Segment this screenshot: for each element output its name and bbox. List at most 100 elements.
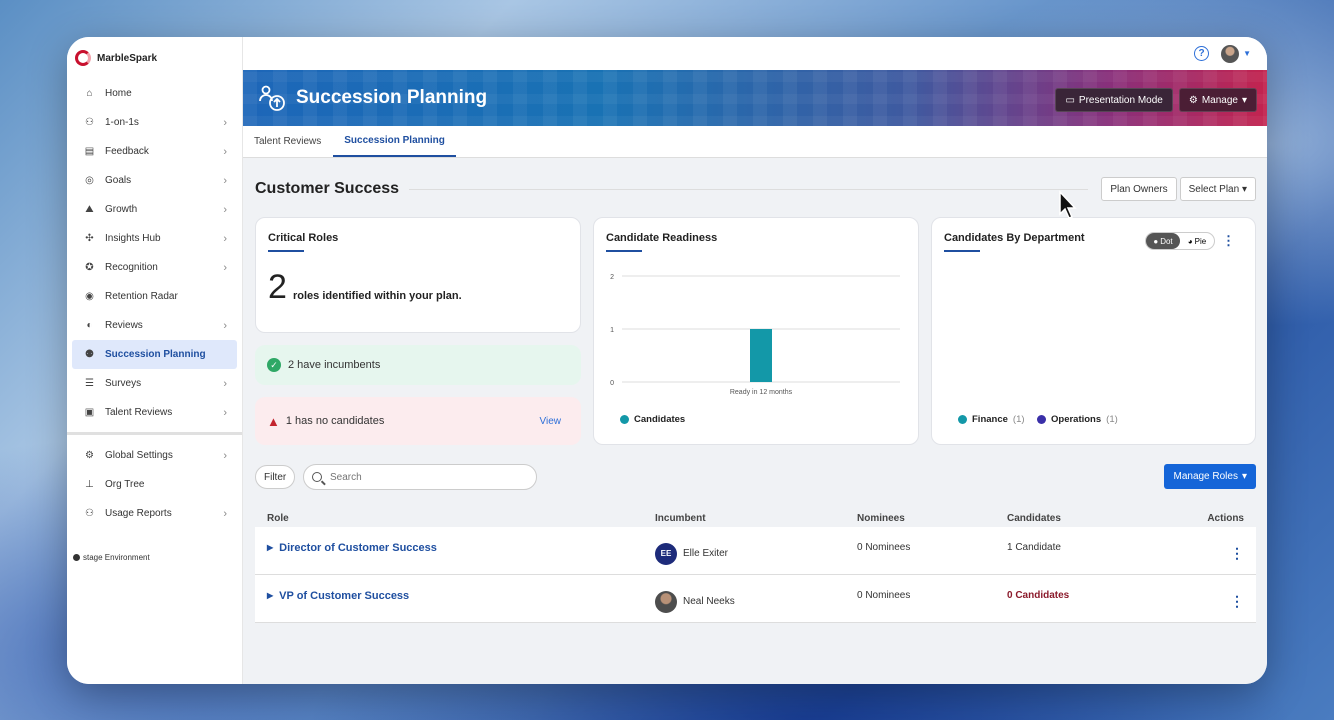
talent-icon: ▣ [84, 407, 95, 418]
sidebar-item-global-settings[interactable]: ⚙ Global Settings › [72, 441, 237, 470]
user-avatar[interactable] [1221, 44, 1240, 63]
main-content: ? ▼ Succession Planning ▭ Presentation M… [243, 37, 1267, 684]
expand-caret-icon[interactable]: ▶ [267, 543, 273, 552]
table-row[interactable]: ▶ VP of Customer Success Neal Neeks 0 No… [255, 575, 1256, 623]
nominees-count: 0 Nominees [857, 542, 911, 553]
dot-pie-toggle[interactable]: ● Dot ◕ Pie [1145, 232, 1215, 250]
succession-icon [259, 85, 285, 111]
y-tick-label: 0 [610, 380, 614, 387]
role-name: VP of Customer Success [279, 589, 410, 602]
sidebar-item-label: Feedback [105, 146, 149, 157]
legend-swatch [620, 415, 629, 424]
manage-label: Manage [1201, 94, 1238, 106]
page-banner: Succession Planning ▭ Presentation Mode … [243, 70, 1267, 126]
roles-table: Role Incumbent Nominees Candidates Actio… [255, 509, 1256, 623]
role-link[interactable]: ▶ Director of Customer Success [267, 542, 655, 554]
chevron-right-icon: › [223, 145, 227, 158]
department-legend-finance: Finance (1) [958, 414, 1025, 425]
sidebar-item-surveys[interactable]: ☰ Surveys › [72, 369, 237, 398]
table-row[interactable]: ▶ Director of Customer Success EE Elle E… [255, 527, 1256, 575]
search-input[interactable] [330, 471, 520, 483]
warning-icon: ▲ [267, 413, 280, 429]
plan-owners-button[interactable]: Plan Owners [1101, 177, 1177, 201]
sidebar-item-feedback[interactable]: ▤ Feedback › [72, 137, 237, 166]
chevron-down-icon: ▾ [1239, 183, 1247, 195]
incumbent: EE Elle Exiter [655, 542, 857, 565]
environment-icon [73, 554, 80, 561]
chevron-right-icon: › [223, 377, 227, 390]
sidebar-item-succession-planning[interactable]: ⚉ Succession Planning [72, 340, 237, 369]
no-candidates-status: ▲ 1 has no candidates View [255, 397, 581, 445]
no-candidates-text: 1 has no candidates [285, 415, 385, 427]
sidebar-item-talent-reviews[interactable]: ▣ Talent Reviews › [72, 398, 237, 427]
gear-icon: ⚙ [1188, 94, 1198, 106]
chevron-right-icon: › [223, 319, 227, 332]
bar-ready-in-12-months[interactable] [750, 329, 772, 382]
sidebar-item-usage-reports[interactable]: ⚇ Usage Reports › [72, 499, 237, 528]
help-icon[interactable]: ? [1194, 46, 1210, 61]
role-link[interactable]: ▶ VP of Customer Success [267, 590, 655, 602]
brand-logo-icon [75, 50, 91, 66]
header-actions: Actions [1207, 512, 1244, 524]
sidebar-item-label: Insights Hub [105, 233, 161, 244]
sidebar-nav: ⌂ Home ⚇ 1-on-1s › ▤ Feedback › ◎ Goals › ⛰ Growth › ✣… [67, 79, 242, 427]
succession-icon: ⚉ [85, 349, 94, 360]
target-icon: ◎ [85, 175, 94, 186]
legend-count: (1) [1106, 414, 1118, 425]
presentation-mode-label: Presentation Mode [1078, 94, 1163, 106]
legend-count: (1) [1012, 414, 1025, 425]
presentation-mode-button[interactable]: ▭ Presentation Mode [1055, 88, 1173, 112]
sidebar-item-label: Retention Radar [105, 291, 178, 302]
critical-roles-count: 2 [268, 268, 287, 306]
readiness-chart: 0 1 2 Ready in 12 months [610, 274, 900, 396]
search-box[interactable] [303, 464, 537, 490]
view-link[interactable]: View [540, 416, 562, 427]
nominees-count: 0 Nominees [857, 590, 911, 601]
mouse-cursor-icon [1059, 190, 1077, 219]
filter-button[interactable]: Filter [255, 465, 296, 489]
chevron-right-icon: › [223, 203, 227, 216]
expand-caret-icon[interactable]: ▶ [267, 591, 273, 600]
sidebar-item-label: Home [105, 88, 132, 99]
more-options-icon[interactable]: ⋮ [1222, 234, 1235, 247]
incumbent-name: Neal Neeks [683, 596, 735, 607]
toggle-dot-label: Dot [1160, 236, 1173, 246]
growth-icon: ⛰ [85, 204, 94, 215]
y-tick-label: 1 [610, 327, 614, 334]
sidebar-item-label: Recognition [105, 262, 158, 273]
header-incumbent: Incumbent [655, 512, 706, 524]
radar-icon: ◉ [85, 291, 94, 302]
sidebar-item-retention-radar[interactable]: ◉ Retention Radar [72, 282, 237, 311]
row-actions-icon[interactable]: ⋮ [1230, 593, 1244, 610]
readiness-legend: Candidates [620, 414, 685, 425]
environment-text: stage Environment [83, 553, 150, 562]
sidebar-item-1-on-1s[interactable]: ⚇ 1-on-1s › [72, 108, 237, 137]
brand-name: MarbleSpark [97, 52, 158, 64]
top-bar: ? ▼ [243, 37, 1267, 70]
presentation-icon: ▭ [1065, 94, 1075, 106]
select-plan-label: Select Plan [1188, 183, 1240, 195]
sidebar-item-insights-hub[interactable]: ✣ Insights Hub › [72, 224, 237, 253]
row-actions-icon[interactable]: ⋮ [1230, 545, 1244, 562]
toggle-pie[interactable]: ◕ Pie [1180, 233, 1214, 249]
tab-talent-reviews[interactable]: Talent Reviews [254, 126, 333, 157]
network-icon: ✣ [85, 233, 94, 244]
search-icon [312, 472, 322, 482]
sidebar-item-growth[interactable]: ⛰ Growth › [72, 195, 237, 224]
tab-succession-planning[interactable]: Succession Planning [333, 126, 456, 157]
sidebar-item-home[interactable]: ⌂ Home [72, 79, 237, 108]
sidebar-item-goals[interactable]: ◎ Goals › [72, 166, 237, 195]
user-menu-caret-icon[interactable]: ▼ [1243, 49, 1251, 58]
sidebar-divider [67, 432, 242, 435]
manage-button[interactable]: ⚙ Manage ▾ [1178, 88, 1257, 112]
sidebar-admin-nav: ⚙ Global Settings › ⊥ Org Tree ⚇ Usage Reports… [67, 441, 242, 528]
candidates-by-department-card: Candidates By Department ● Dot ◕ Pie ⋮ F… [931, 217, 1256, 445]
sidebar-item-recognition[interactable]: ✪ Recognition › [72, 253, 237, 282]
manage-roles-button[interactable]: Manage Roles ▾ [1164, 464, 1256, 489]
select-plan-button[interactable]: Select Plan ▾ [1179, 177, 1256, 201]
sidebar-item-label: Goals [105, 175, 132, 186]
brand[interactable]: MarbleSpark [67, 37, 242, 79]
sidebar-item-reviews[interactable]: ◐ Reviews › [72, 311, 237, 340]
sidebar-item-org-tree[interactable]: ⊥ Org Tree [72, 470, 237, 499]
toggle-dot[interactable]: ● Dot [1146, 233, 1180, 249]
